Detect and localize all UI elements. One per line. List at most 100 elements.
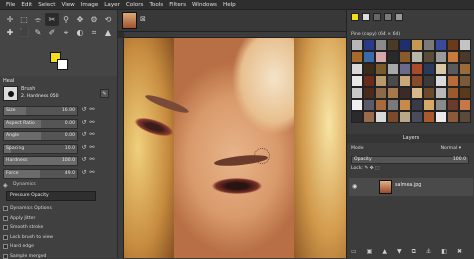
menu-filters[interactable]: Filters xyxy=(166,0,189,10)
pattern-swatch[interactable] xyxy=(351,51,363,63)
reset-icon[interactable]: ↺ xyxy=(80,131,88,141)
pattern-swatch[interactable] xyxy=(363,99,375,111)
pattern-swatch[interactable] xyxy=(375,51,387,63)
slider-hardness[interactable]: Hardness 100.0 xyxy=(3,156,78,166)
link-icon[interactable]: ⚯ xyxy=(88,106,96,116)
pattern-swatch[interactable] xyxy=(459,51,471,63)
gradient-tab[interactable] xyxy=(384,13,392,21)
tool-8-icon[interactable]: ✚ xyxy=(3,26,17,39)
mode-row[interactable]: Mode Normal ▾ xyxy=(351,146,471,155)
reset-icon[interactable]: ↺ xyxy=(80,144,88,154)
pattern-swatch[interactable] xyxy=(375,75,387,87)
pattern-swatch[interactable] xyxy=(423,63,435,75)
pattern-swatch[interactable] xyxy=(447,111,459,123)
checkbox-dynamics-options[interactable]: Dynamics Options xyxy=(3,206,52,211)
pattern-swatch[interactable] xyxy=(435,39,447,51)
slider-aspect-ratio[interactable]: Aspect Ratio 0.00 xyxy=(3,118,78,129)
image-canvas[interactable] xyxy=(124,38,346,258)
menu-colors[interactable]: Colors xyxy=(123,0,147,10)
slider-size[interactable]: Size 16.00 xyxy=(3,106,78,116)
pattern-swatch[interactable] xyxy=(399,75,411,87)
pattern-swatch[interactable] xyxy=(423,51,435,63)
pattern-swatch[interactable] xyxy=(351,99,363,111)
pattern-swatch[interactable] xyxy=(387,87,399,99)
pattern-swatch[interactable] xyxy=(423,111,435,123)
pattern-swatch[interactable] xyxy=(351,39,363,51)
dynamics-select[interactable]: Pressure Opacity xyxy=(6,191,96,201)
slider-angle[interactable]: Angle 0.00 xyxy=(3,131,78,141)
pattern-swatch[interactable] xyxy=(459,111,471,123)
pattern-swatch[interactable] xyxy=(423,75,435,87)
close-icon[interactable]: ⊠ xyxy=(140,15,146,23)
checkbox-box[interactable] xyxy=(3,215,8,221)
brush-edit-button[interactable]: ✎ xyxy=(100,89,109,98)
pattern-swatch[interactable] xyxy=(447,75,459,87)
slider-spacing[interactable]: Spacing 10.0 xyxy=(3,143,78,154)
link-icon[interactable]: ⚯ xyxy=(88,144,96,154)
image-tab-thumbnail[interactable] xyxy=(122,12,137,29)
tool-5-icon[interactable]: ✥ xyxy=(73,13,87,26)
checkbox-box[interactable] xyxy=(3,234,8,240)
pattern-swatch[interactable] xyxy=(411,63,423,75)
pattern-swatch[interactable] xyxy=(387,39,399,51)
reset-icon[interactable]: ↺ xyxy=(80,106,88,116)
pattern-swatch[interactable] xyxy=(435,111,447,123)
pattern-swatch[interactable] xyxy=(363,51,375,63)
raise-layer-icon[interactable]: ▲ xyxy=(382,248,387,256)
pattern-swatch[interactable] xyxy=(423,39,435,51)
link-icon[interactable]: ⚯ xyxy=(88,169,96,179)
pattern-swatch[interactable] xyxy=(363,111,375,123)
tool-2-icon[interactable]: ⌯ xyxy=(31,13,45,26)
slider-force[interactable]: Force 49.0 xyxy=(3,168,78,179)
tool-1-icon[interactable]: ⬚ xyxy=(17,13,31,26)
pattern-swatch[interactable] xyxy=(459,75,471,87)
tool-15-icon[interactable]: ▲ xyxy=(101,26,115,39)
brush-selector[interactable]: Brush 2. Hardness 050 ✎ xyxy=(3,86,109,102)
pattern-swatch[interactable] xyxy=(447,51,459,63)
reset-icon[interactable]: ↺ xyxy=(80,119,88,129)
eye-icon[interactable]: ◉ xyxy=(352,183,357,190)
pattern-tab[interactable] xyxy=(373,13,381,21)
pattern-swatch[interactable] xyxy=(399,87,411,99)
mask-icon[interactable]: ◧ xyxy=(441,248,447,256)
tool-11-icon[interactable]: ✐ xyxy=(45,26,59,39)
pattern-swatch[interactable] xyxy=(387,111,399,123)
pattern-swatch[interactable] xyxy=(351,111,363,123)
pattern-swatch[interactable] xyxy=(399,63,411,75)
checkbox-box[interactable] xyxy=(3,206,8,211)
layer-row[interactable]: ◉ salmea.jpg xyxy=(349,178,473,196)
pattern-swatch[interactable] xyxy=(435,63,447,75)
tool-10-icon[interactable]: ✎ xyxy=(31,26,45,39)
pattern-swatch[interactable] xyxy=(363,87,375,99)
tool-3-icon[interactable]: ✂ xyxy=(45,13,59,26)
checkbox-box[interactable] xyxy=(3,244,8,249)
tool-7-icon[interactable]: ⟲ xyxy=(101,13,115,26)
pattern-swatch[interactable] xyxy=(411,51,423,63)
pattern-swatch[interactable] xyxy=(363,63,375,75)
pattern-swatch[interactable] xyxy=(447,87,459,99)
checkbox-lock-brush-to-view[interactable]: Lock brush to view xyxy=(3,234,53,240)
pattern-swatch[interactable] xyxy=(351,63,363,75)
checkbox-hard-edge[interactable]: Hard edge xyxy=(3,244,34,249)
menu-layer[interactable]: Layer xyxy=(101,0,123,10)
lower-layer-icon[interactable]: ▼ xyxy=(397,248,402,256)
link-icon[interactable]: ⚯ xyxy=(88,131,96,141)
reset-icon[interactable]: ↺ xyxy=(80,156,88,166)
pattern-swatch[interactable] xyxy=(423,99,435,111)
pattern-swatch[interactable] xyxy=(411,111,423,123)
menu-windows[interactable]: Windows xyxy=(189,0,220,10)
pattern-swatch[interactable] xyxy=(351,87,363,99)
pattern-swatch[interactable] xyxy=(363,39,375,51)
pattern-swatch[interactable] xyxy=(375,99,387,111)
menu-edit[interactable]: Edit xyxy=(18,0,35,10)
pattern-swatch[interactable] xyxy=(375,39,387,51)
tool-0-icon[interactable]: ✛ xyxy=(3,13,17,26)
opacity-slider[interactable]: Opacity 100.0 xyxy=(351,156,469,164)
pattern-swatch[interactable] xyxy=(411,87,423,99)
font-tab[interactable] xyxy=(395,13,403,21)
checkbox-box[interactable] xyxy=(3,225,8,230)
pattern-swatch[interactable] xyxy=(459,39,471,51)
pattern-swatch[interactable] xyxy=(447,99,459,111)
pattern-swatch[interactable] xyxy=(375,63,387,75)
duplicate-layer-icon[interactable]: ⧉ xyxy=(412,248,416,256)
